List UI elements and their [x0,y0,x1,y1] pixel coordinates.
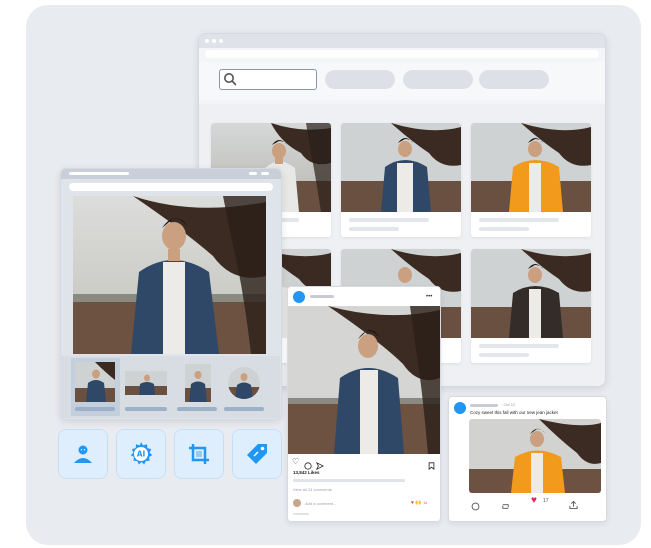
view-comments-link[interactable]: View all 23 comments [293,487,332,492]
filter-pill[interactable] [325,70,395,89]
photo-scene [341,123,461,212]
tweet-post: · Oct 12 Cozy sweet this fall with our n… [448,396,607,522]
search-icon [223,72,237,86]
thumbnail[interactable] [75,362,115,402]
card-caption-line [349,227,399,231]
post-avatar[interactable] [293,291,305,303]
photo-scene [185,364,211,402]
photo-scene [73,196,266,354]
thumbnail[interactable] [185,364,211,402]
editor-toolbar[interactable] [69,183,273,191]
title-line [69,172,129,175]
search-input[interactable] [219,69,317,90]
reply-icon[interactable] [471,498,480,511]
instagram-post: ••• ♡ 13,842 Likes View all 23 comments … [287,286,441,522]
add-comment-input[interactable]: Add a comment... [305,501,336,506]
tweet-photo[interactable] [469,419,601,493]
photo-scene [288,306,440,454]
crop-icon [189,444,209,464]
thumbnail[interactable] [228,367,260,399]
thumbnail-caption [177,407,217,411]
tweet-username-line [470,404,498,407]
window-dot[interactable] [219,39,223,43]
product-card[interactable] [471,123,591,237]
thumbnail[interactable] [125,371,167,395]
svg-text:AI: AI [137,450,146,459]
product-card[interactable] [471,249,591,363]
product-photo[interactable] [471,249,591,338]
window-titlebar [199,34,605,48]
tag-icon [247,444,267,464]
thumbnail-caption [75,407,115,411]
like-count: 17 [543,498,549,504]
address-bar[interactable] [205,50,599,58]
retweet-icon[interactable] [501,498,510,509]
comment-icon[interactable] [304,457,312,470]
likes-count: 13,842 Likes [293,470,320,475]
user-avatar-icon [74,445,92,463]
card-caption-line [479,218,559,222]
window-control[interactable] [261,172,269,175]
more-options-icon[interactable]: ••• [426,294,432,300]
heart-icon[interactable]: ♡ [292,457,299,466]
ai-tool-button[interactable]: AI [116,429,166,479]
timestamp-line [293,513,309,515]
card-caption-line [479,353,529,357]
filter-pill[interactable] [403,70,473,89]
filter-pill[interactable] [479,70,549,89]
thumbnail-caption [125,407,167,411]
post-username-line [310,295,334,298]
photo-scene [469,419,601,493]
bookmark-icon[interactable] [428,457,435,471]
window-dot[interactable] [205,39,209,43]
post-photo[interactable] [288,306,440,454]
tweet-text: Cozy sweet this fall with our new jean j… [470,410,558,415]
ai-gear-icon: AI [130,442,153,465]
photo-scene [125,371,167,395]
like-icon[interactable]: ♥ [531,496,537,506]
card-caption-line [349,218,429,222]
tweet-avatar[interactable] [454,402,466,414]
photo-scene [471,249,591,338]
product-photo[interactable] [341,123,461,212]
comment-reactions[interactable]: ♥ 🙌 ☺ [411,500,428,506]
share-icon[interactable] [569,497,578,510]
share-icon[interactable] [315,457,325,471]
photo-scene [471,123,591,212]
thumbnail-caption [224,407,264,411]
commenter-avatar [293,499,301,507]
caption-line [293,479,405,482]
product-card[interactable] [341,123,461,237]
card-caption-line [479,344,559,348]
window-dot[interactable] [212,39,216,43]
window-control[interactable] [249,172,257,175]
editor-main-photo[interactable] [73,196,266,354]
product-photo[interactable] [471,123,591,212]
tag-tool-button[interactable] [232,429,282,479]
crop-tool-button[interactable] [174,429,224,479]
card-caption-line [479,227,529,231]
editor-titlebar [61,169,281,179]
photo-scene [75,362,115,402]
photo-scene [228,367,260,399]
tweet-date: · Oct 12 [501,402,516,407]
avatar-tool-button[interactable] [58,429,108,479]
